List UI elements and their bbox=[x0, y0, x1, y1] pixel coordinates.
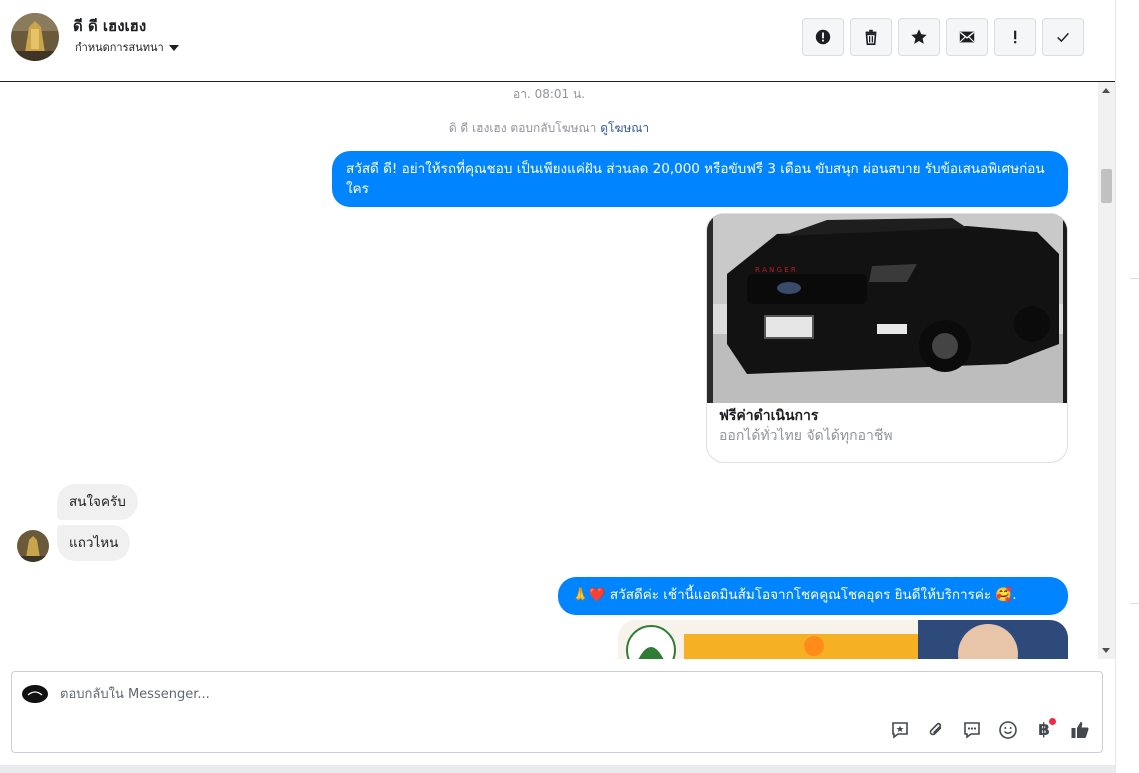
mark-unread-button[interactable] bbox=[946, 18, 988, 56]
check-icon bbox=[1057, 32, 1069, 43]
ad-reply-notice: ดิ ดี เฮงเฮง ตอบกลับโฆษณา ดูโฆษณา bbox=[0, 119, 1098, 138]
delete-button[interactable] bbox=[850, 18, 892, 56]
outgoing-message[interactable]: 🙏❤️ สวัสดีค่ะ เช้านี้แอดมินส้มโอจากโชคคู… bbox=[558, 577, 1068, 615]
alert-circle-icon bbox=[815, 29, 831, 45]
message-composer: ฿ bbox=[11, 671, 1103, 753]
saved-reply-button[interactable] bbox=[888, 718, 912, 742]
chat-bubble-icon bbox=[964, 722, 980, 739]
composer-tools: ฿ bbox=[888, 718, 1092, 742]
contact-avatar-small[interactable] bbox=[17, 530, 49, 562]
report-spam-button[interactable] bbox=[802, 18, 844, 56]
divider bbox=[1130, 603, 1139, 604]
incoming-message[interactable]: สนใจครับ bbox=[57, 484, 138, 520]
saved-reply-icon bbox=[892, 722, 908, 739]
chat-button[interactable] bbox=[960, 718, 984, 742]
thumbs-up-icon bbox=[1071, 722, 1089, 738]
star-icon bbox=[911, 29, 927, 44]
baht-icon: ฿ bbox=[1038, 720, 1050, 740]
ad-reply-text: ดิ ดี เฮงเฮง ตอบกลับโฆษณา bbox=[448, 121, 601, 135]
scroll-down-arrow-icon[interactable] bbox=[1102, 648, 1110, 653]
trash-icon bbox=[865, 29, 877, 46]
scroll-up-arrow-icon[interactable] bbox=[1102, 88, 1110, 93]
ad-card-subtitle: ออกได้ทั่วไทย จัดได้ทุกอาชีพ bbox=[719, 428, 893, 444]
svg-text:R A N G E R: R A N G E R bbox=[755, 266, 796, 274]
payment-button[interactable]: ฿ bbox=[1032, 718, 1056, 742]
thread-scrollbar[interactable] bbox=[1098, 82, 1115, 659]
star-button[interactable] bbox=[898, 18, 940, 56]
assign-conversation-dropdown[interactable]: กำหนดการสนทนา bbox=[75, 38, 179, 56]
emoji-button[interactable] bbox=[996, 718, 1020, 742]
assign-label: กำหนดการสนทนา bbox=[75, 41, 164, 54]
reply-input[interactable] bbox=[60, 684, 860, 704]
like-button[interactable] bbox=[1068, 718, 1092, 742]
contact-name: ดี ดี เฮงเฮง bbox=[73, 17, 147, 35]
envelope-icon bbox=[959, 31, 975, 43]
mark-important-button[interactable] bbox=[994, 18, 1036, 56]
right-edge-strip bbox=[1115, 0, 1139, 773]
notification-dot bbox=[1049, 718, 1056, 725]
divider bbox=[1130, 278, 1139, 279]
smiley-icon bbox=[999, 721, 1017, 739]
conversation-header: ดี ดี เฮงเฮง กำหนดการสนทนา bbox=[0, 0, 1115, 82]
truck-image: R A N G E R bbox=[707, 214, 1067, 403]
message-timestamp: อา. 08:01 น. bbox=[513, 87, 585, 101]
outgoing-message[interactable]: สวัสดี ดี! อย่าให้รถที่คุณชอบ เป็นเพียงแ… bbox=[332, 151, 1068, 207]
attach-button[interactable] bbox=[924, 718, 948, 742]
scroll-thumb[interactable] bbox=[1101, 169, 1112, 203]
header-actions bbox=[802, 18, 1084, 56]
contact-avatar[interactable] bbox=[11, 13, 59, 61]
caret-down-icon bbox=[168, 45, 179, 51]
page-avatar bbox=[22, 685, 48, 703]
ad-card[interactable]: R A N G E R ฟรีค่าดำเนินการ ออกได้ทั่วไท… bbox=[706, 213, 1068, 463]
mark-done-button[interactable] bbox=[1042, 18, 1084, 56]
message-thread[interactable]: อา. 08:01 น. ดิ ดี เฮงเฮง ตอบกลับโฆษณา ด… bbox=[0, 82, 1098, 659]
conversation-panel: ดี ดี เฮงเฮง กำหนดการสนทนา อา. 08:01 น. … bbox=[0, 0, 1115, 765]
page: ดี ดี เฮงเฮง กำหนดการสนทนา อา. 08:01 น. … bbox=[0, 0, 1139, 773]
exclamation-icon bbox=[1014, 30, 1017, 44]
paperclip-icon bbox=[929, 722, 942, 736]
view-ad-link[interactable]: ดูโฆษณา bbox=[600, 121, 649, 135]
ad-card-title: ฟรีค่าดำเนินการ bbox=[719, 408, 819, 424]
promo-image-card[interactable] bbox=[618, 620, 1068, 659]
incoming-message[interactable]: แถวไหน bbox=[57, 525, 131, 561]
